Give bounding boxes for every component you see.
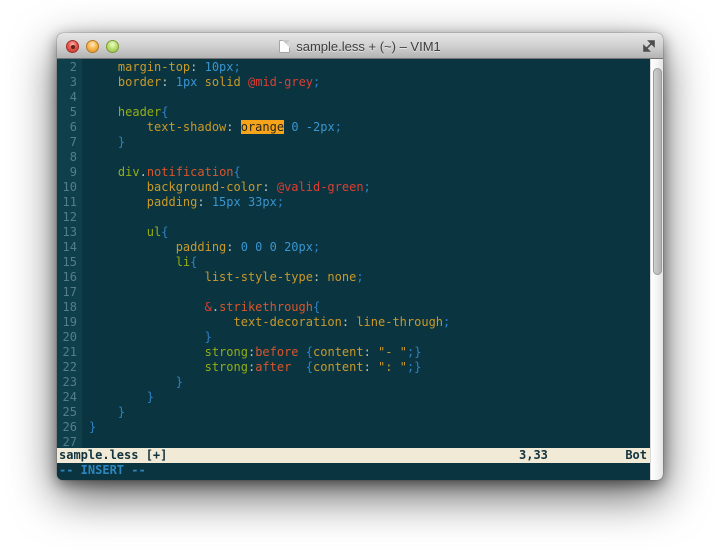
line-number: 4 — [57, 90, 77, 105]
line-number: 14 — [57, 240, 77, 255]
line-number: 27 — [57, 435, 77, 448]
line-number: 22 — [57, 360, 77, 375]
code-line[interactable]: strong:before {content: "- ";} — [89, 345, 650, 360]
code-line[interactable]: li{ — [89, 255, 650, 270]
line-number: 6 — [57, 120, 77, 135]
window-content: 2345678910111213141516171819202122232425… — [57, 59, 663, 480]
line-number: 25 — [57, 405, 77, 420]
code-line[interactable]: } — [89, 420, 650, 435]
line-number: 21 — [57, 345, 77, 360]
line-number: 8 — [57, 150, 77, 165]
vim-window: sample.less + (~) – VIM1 234567891011121… — [57, 33, 663, 480]
code-area[interactable]: 2345678910111213141516171819202122232425… — [57, 59, 650, 448]
editor-column: 2345678910111213141516171819202122232425… — [57, 59, 650, 480]
line-number: 13 — [57, 225, 77, 240]
line-number: 18 — [57, 300, 77, 315]
code-line[interactable]: ul{ — [89, 225, 650, 240]
line-number: 23 — [57, 375, 77, 390]
code-line[interactable]: strong:after {content: ": ";} — [89, 360, 650, 375]
status-cursor-position: 3,33 — [519, 448, 548, 463]
code-line[interactable]: text-decoration: line-through; — [89, 315, 650, 330]
line-number: 15 — [57, 255, 77, 270]
scrollbar-thumb[interactable] — [653, 68, 662, 275]
code-line[interactable]: header{ — [89, 105, 650, 120]
code-line[interactable]: padding: 0 0 0 20px; — [89, 240, 650, 255]
line-number: 17 — [57, 285, 77, 300]
line-number: 10 — [57, 180, 77, 195]
line-number: 20 — [57, 330, 77, 345]
document-icon — [279, 40, 290, 53]
code-line[interactable] — [89, 210, 650, 225]
line-number: 12 — [57, 210, 77, 225]
code-line[interactable]: } — [89, 390, 650, 405]
code-line[interactable]: text-shadow: orange 0 -2px; — [89, 120, 650, 135]
line-number: 19 — [57, 315, 77, 330]
code-line[interactable]: } — [89, 135, 650, 150]
code-line[interactable] — [89, 435, 650, 448]
code-line[interactable]: margin-top: 10px; — [89, 60, 650, 75]
line-number: 3 — [57, 75, 77, 90]
code-line[interactable]: } — [89, 375, 650, 390]
line-number: 2 — [57, 60, 77, 75]
vim-status-bar: sample.less [+] 3,33 Bot — [57, 448, 650, 463]
line-number: 24 — [57, 390, 77, 405]
code-lines[interactable]: margin-top: 10px; border: 1px solid @mid… — [82, 59, 650, 448]
code-line[interactable]: padding: 15px 33px; — [89, 195, 650, 210]
scrollbar-track[interactable] — [650, 59, 663, 480]
code-line[interactable]: background-color: @valid-green; — [89, 180, 650, 195]
window-title: sample.less + (~) – VIM1 — [296, 39, 441, 54]
line-number: 11 — [57, 195, 77, 210]
vim-mode-line: -- INSERT -- — [57, 463, 650, 480]
code-line[interactable] — [89, 150, 650, 165]
code-line[interactable]: div.notification{ — [89, 165, 650, 180]
code-line[interactable]: list-style-type: none; — [89, 270, 650, 285]
resize-icon[interactable] — [642, 39, 656, 53]
code-line[interactable]: } — [89, 330, 650, 345]
line-number-gutter: 2345678910111213141516171819202122232425… — [57, 59, 82, 448]
line-number: 5 — [57, 105, 77, 120]
code-line[interactable]: &.strikethrough{ — [89, 300, 650, 315]
code-line[interactable] — [89, 90, 650, 105]
status-scroll-indicator: Bot — [625, 448, 647, 463]
line-number: 16 — [57, 270, 77, 285]
code-line[interactable]: } — [89, 405, 650, 420]
line-number: 7 — [57, 135, 77, 150]
code-line[interactable]: border: 1px solid @mid-grey; — [89, 75, 650, 90]
status-filename: sample.less [+] — [59, 448, 167, 463]
window-title-area: sample.less + (~) – VIM1 — [57, 33, 663, 59]
line-number: 26 — [57, 420, 77, 435]
line-number: 9 — [57, 165, 77, 180]
title-bar[interactable]: sample.less + (~) – VIM1 — [57, 33, 663, 59]
code-line[interactable] — [89, 285, 650, 300]
